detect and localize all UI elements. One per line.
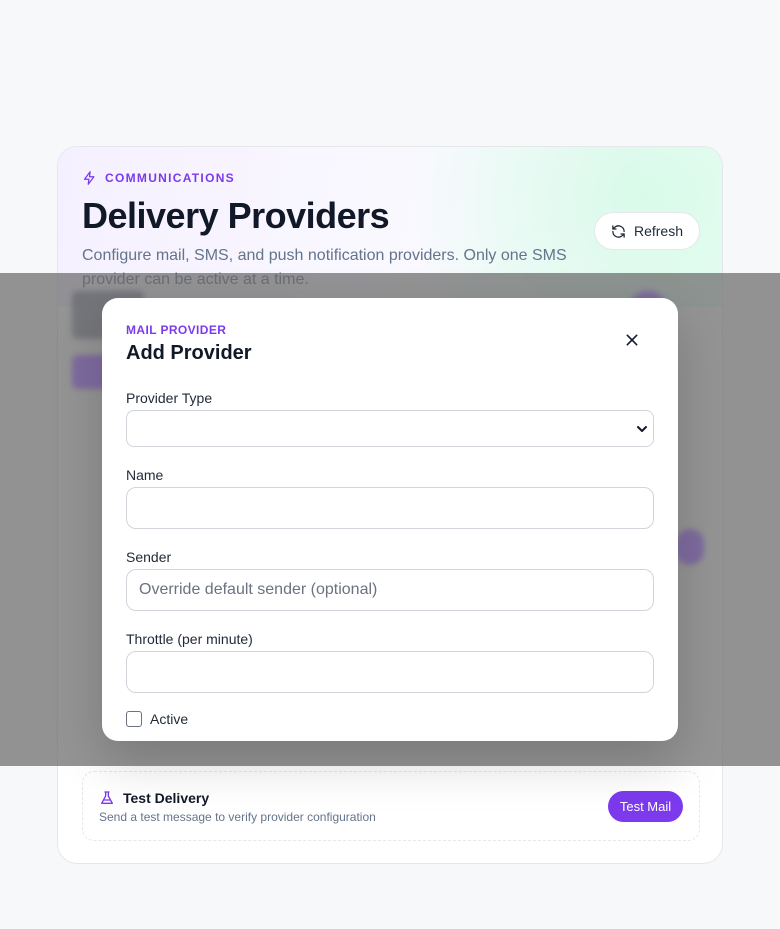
sender-input[interactable] [126,569,654,611]
throttle-label: Throttle (per minute) [126,631,253,647]
close-button[interactable] [618,326,646,354]
refresh-label: Refresh [633,223,684,239]
sender-label: Sender [126,549,172,565]
active-checkbox[interactable] [126,711,142,727]
modal-eyebrow: MAIL PROVIDER [126,323,227,337]
close-icon [626,334,638,346]
section-eyebrow: COMMUNICATIONS [82,170,235,186]
blurred-action-placeholder [676,529,704,565]
refresh-icon [612,224,625,238]
test-delivery-subtitle: Send a test message to verify provider c… [99,810,376,824]
test-delivery-panel: Test Delivery Send a test message to ver… [82,771,700,841]
eyebrow-label: COMMUNICATIONS [105,171,235,185]
test-delivery-header: Test Delivery [99,790,209,806]
page-title: Delivery Providers [82,195,390,236]
lightning-icon [83,171,95,185]
name-label: Name [126,467,164,483]
test-mail-button[interactable]: Test Mail [608,791,683,822]
provider-type-select[interactable] [126,410,654,447]
name-input[interactable] [126,487,654,529]
test-delivery-title: Test Delivery [123,790,210,806]
add-provider-modal: MAIL PROVIDER Add Provider Provider Type… [102,298,678,741]
refresh-button[interactable]: Refresh [594,212,700,250]
chevron-down-icon [637,426,647,432]
modal-title: Add Provider [126,342,252,364]
provider-type-label: Provider Type [126,390,213,406]
active-label[interactable]: Active [150,711,188,727]
flask-icon [101,791,113,804]
throttle-input[interactable] [126,651,654,693]
